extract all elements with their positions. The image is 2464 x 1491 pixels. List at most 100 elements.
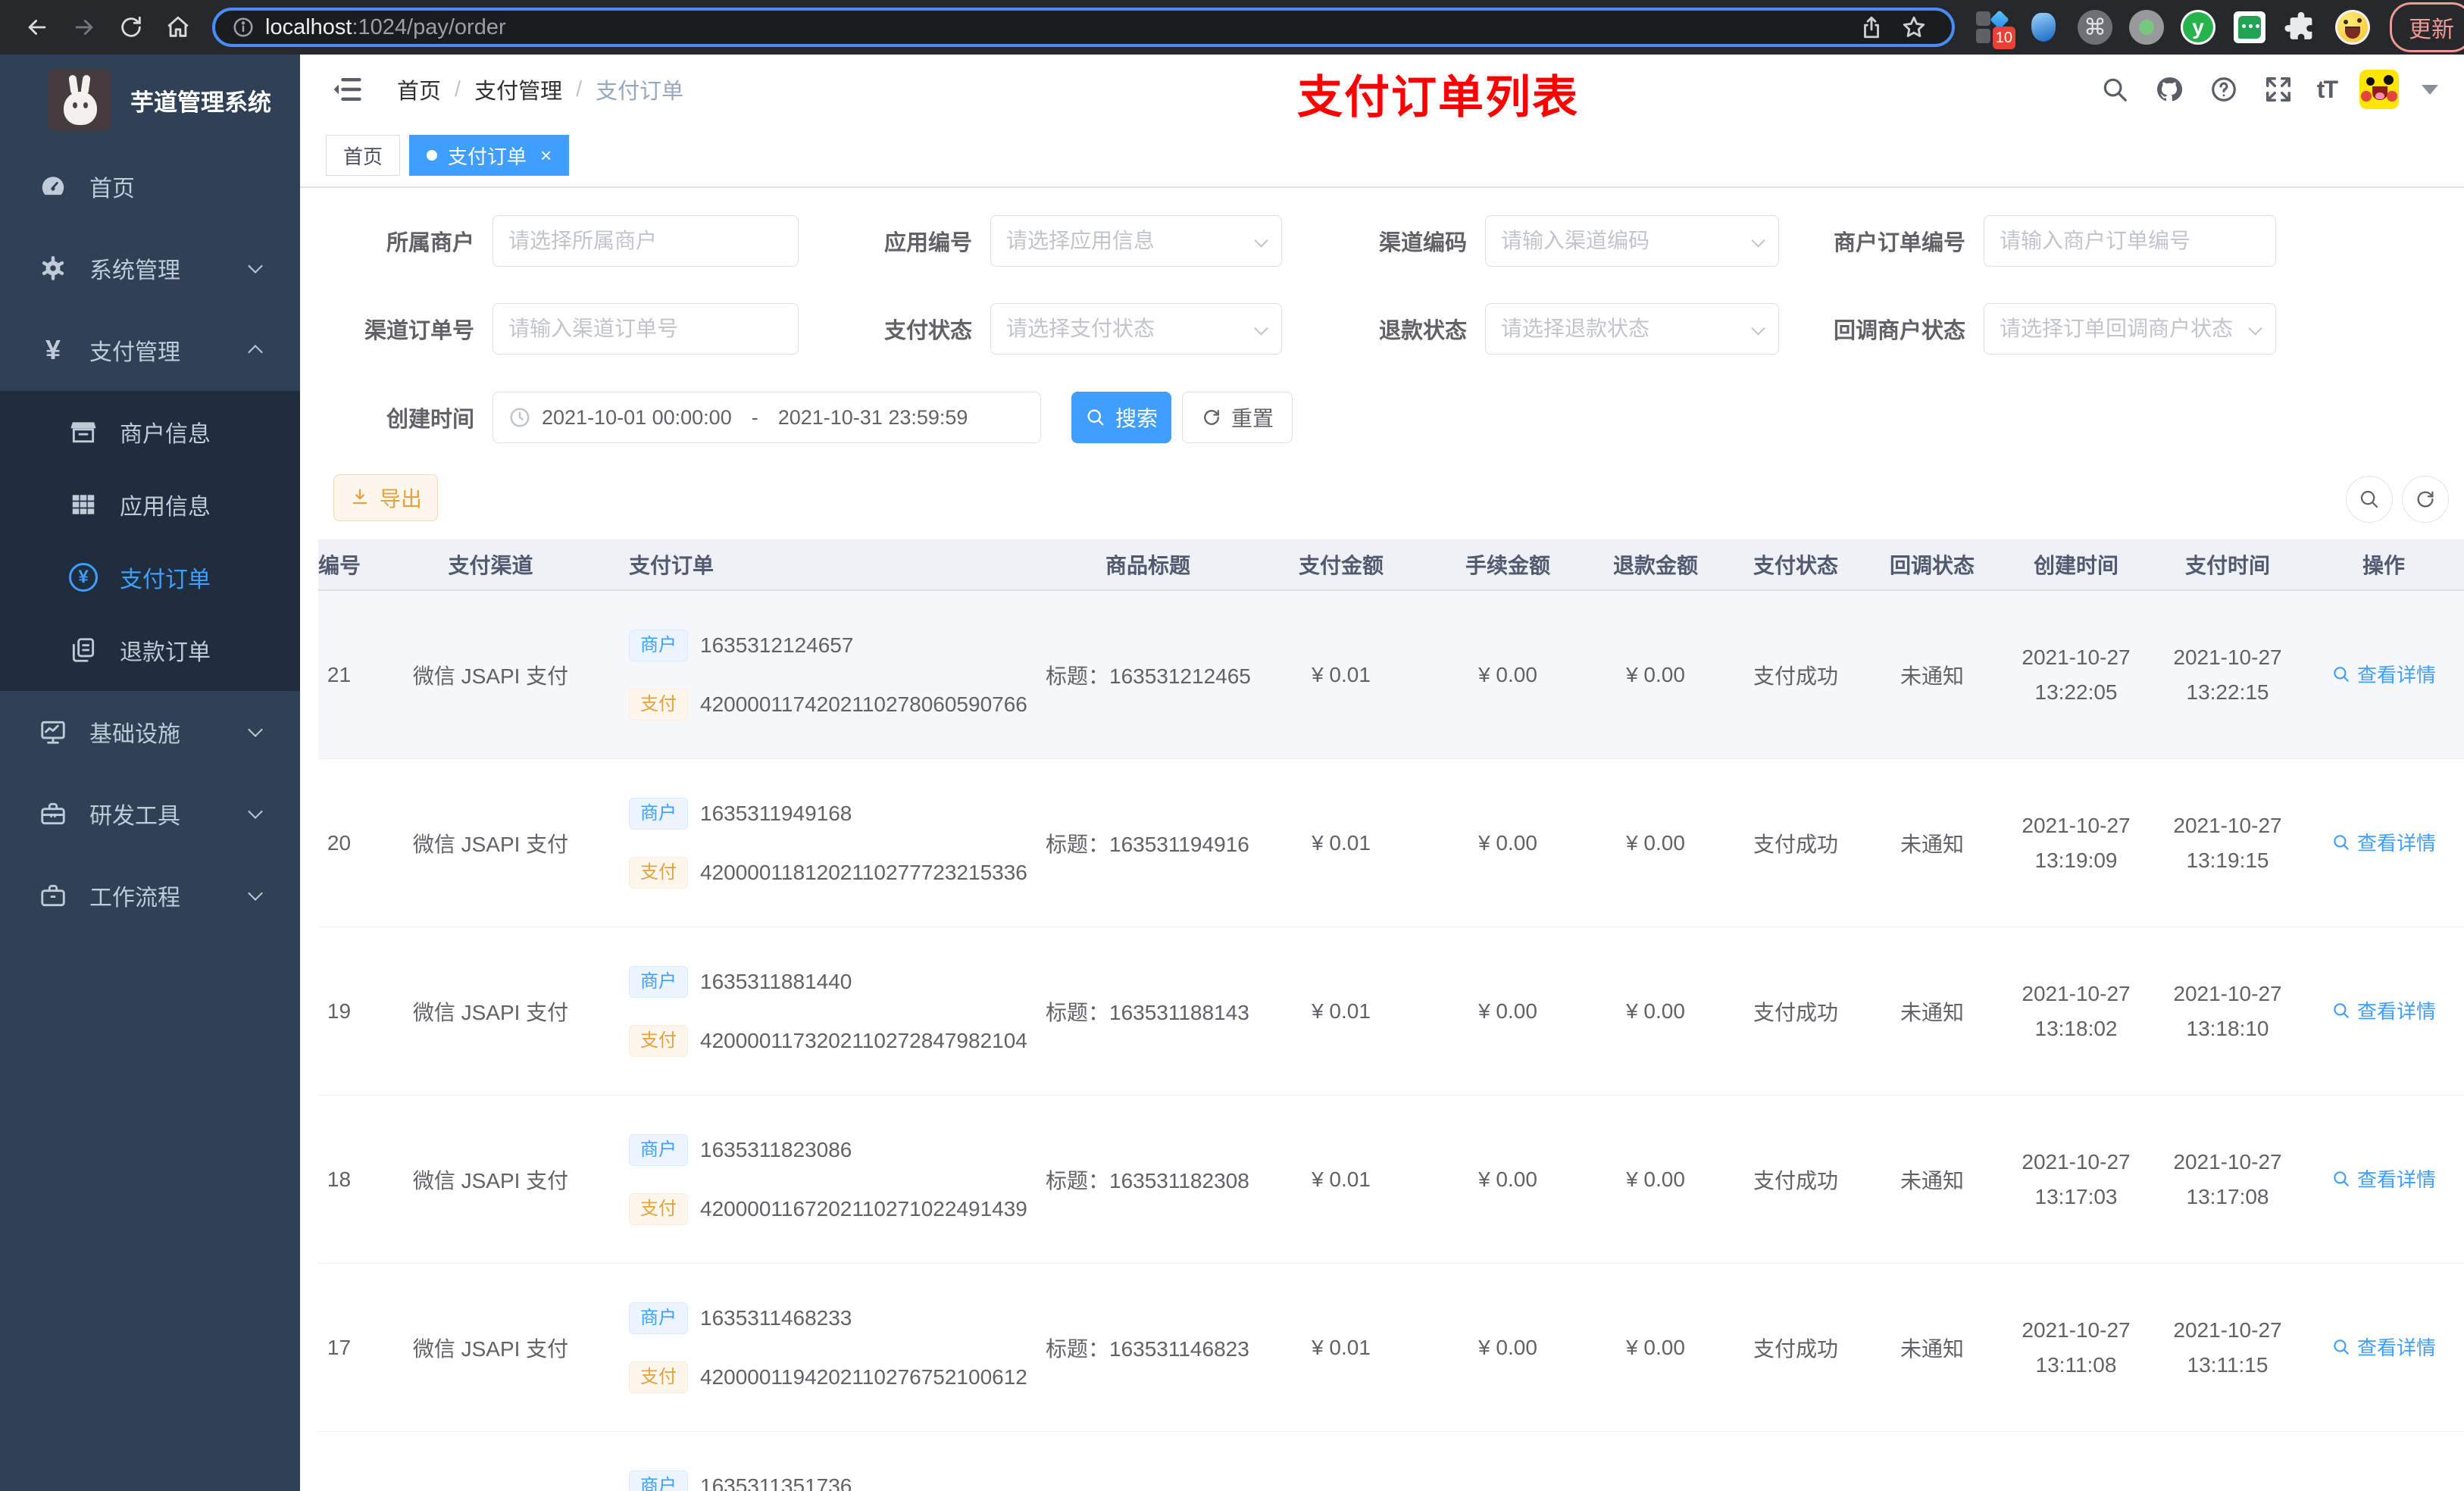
sidebar-collapse-icon[interactable] [330,73,364,106]
cell-refund: ¥ 0.00 [1626,1167,1685,1191]
sidebar-item-pay-order[interactable]: ¥ 支付订单 [0,541,300,614]
filter-refund-status: 退款状态 [1311,303,1779,355]
refund-status-input[interactable] [1501,317,1763,341]
y-extension-icon[interactable]: y [2181,10,2215,45]
cell-title: 标题：1635311881439 [1046,1000,1250,1024]
view-detail-link[interactable]: 查看详情 [2331,996,2436,1024]
sidebar-item-dev-tools[interactable]: 研发工具 [0,773,300,855]
sidebar-item-label: 系统管理 [89,258,180,283]
merchant-order-no-input[interactable] [2000,229,2260,253]
refresh-button[interactable] [2402,476,2449,523]
url-bar[interactable]: localhost:1024/pay/order [212,8,1955,47]
sidebar-item-infrastructure[interactable]: 基础设施 [0,691,300,773]
app-select[interactable] [990,215,1282,267]
app-input[interactable] [1006,229,1266,253]
command-extension-icon[interactable]: ⌘ [2078,10,2112,45]
extensions-puzzle-icon[interactable] [2284,10,2319,45]
cell-status: 支付成功 [1753,832,1838,856]
help-icon[interactable] [2208,73,2240,105]
tab-bar: 首页 支付订单 × [300,124,2464,188]
gear-icon [36,252,70,285]
chat-extension-icon[interactable] [2232,10,2267,45]
cell-paid: 2021-10-27 13:11:15 [2173,1318,2282,1377]
merchant-input[interactable] [508,229,783,253]
merchant-tag: 商户 [629,1302,688,1334]
cell-amount: ¥ 0.01 [1312,1335,1371,1359]
merchant-select[interactable] [492,215,799,267]
recorder-extension-icon[interactable] [2129,10,2164,45]
view-detail-link[interactable]: 查看详情 [2331,1164,2436,1192]
refund-status-select[interactable] [1485,303,1779,355]
yen-icon: ¥ [45,334,61,365]
sidebar-item-merchant-info[interactable]: 商户信息 [0,395,300,468]
merchant-order-no-field[interactable] [1984,215,2276,267]
search-button[interactable]: 搜索 [1071,392,1171,443]
emoji-extension-icon[interactable] [2335,10,2370,45]
export-button[interactable]: 导出 [333,474,438,521]
tab-pay-order[interactable]: 支付订单 × [409,135,570,176]
filter-label: 创建时间 [386,408,474,432]
github-icon[interactable] [2153,73,2185,105]
pay-status-select[interactable] [990,303,1282,355]
pay-status-input[interactable] [1006,317,1266,341]
monitor-chart-icon [36,715,70,749]
col-header-action: 操作 [2362,554,2405,577]
reset-button-label: 重置 [1230,407,1274,430]
url-text[interactable]: localhost:1024/pay/order [265,15,506,40]
cell-channel: 微信 JSAPI 支付 [412,664,569,688]
cell-notify: 未通知 [1900,1168,1964,1192]
filter-label: 渠道订单号 [364,319,474,343]
tab-close-icon[interactable]: × [540,144,552,167]
sidebar-item-workflow[interactable]: 工作流程 [0,855,300,936]
app-logo [48,69,111,131]
app-header: 首页 / 支付管理 / 支付订单 支付订单列表 tT [300,55,2464,124]
channel-code-select[interactable] [1485,215,1779,267]
sketch-extension-icon[interactable]: 10 [1975,10,2015,49]
breadcrumb-pay-manage[interactable]: 支付管理 [474,73,562,105]
sidebar-item-refund-order[interactable]: 退款订单 [0,614,300,686]
view-detail-link[interactable]: 查看详情 [2331,660,2436,688]
channel-order-no-input[interactable] [508,317,783,341]
reset-button[interactable]: 重置 [1182,392,1293,443]
notify-status-select[interactable] [1984,303,2276,355]
cell-fee: ¥ 0.00 [1478,830,1537,855]
gem-extension-icon[interactable] [2026,10,2061,45]
search-toggle-button[interactable] [2346,476,2393,523]
tab-home[interactable]: 首页 [326,135,401,176]
bookmark-star-icon[interactable] [1897,11,1931,44]
channel-code-input[interactable] [1501,229,1763,253]
view-detail-link[interactable]: 查看详情 [2331,1333,2436,1361]
notify-status-input[interactable] [2000,317,2260,341]
cell-fee: ¥ 0.00 [1478,662,1537,686]
fullscreen-icon[interactable] [2262,73,2294,105]
view-detail-link[interactable]: 查看详情 [2331,828,2436,856]
user-avatar[interactable] [2359,70,2399,109]
cell-title: 标题：1635311823086 [1046,1168,1250,1192]
avatar-caret-icon[interactable] [2422,84,2438,95]
sidebar-item-home[interactable]: 首页 [0,145,300,227]
share-icon[interactable] [1855,11,1888,44]
back-icon[interactable] [20,11,54,44]
command-glyph: ⌘ [2078,10,2112,45]
channel-order-no-field[interactable] [492,303,799,355]
sidebar-item-system[interactable]: 系统管理 [0,227,300,309]
browser-update-button[interactable]: 更新 [2390,2,2464,52]
reload-icon[interactable] [114,11,148,44]
sidebar-item-label: 支付管理 [89,340,180,365]
sidebar-item-payment[interactable]: ¥ 支付管理 [0,309,300,391]
cell-refund: ¥ 0.00 [1626,830,1685,855]
cell-id: 19 [327,999,352,1023]
cell-paid: 2021-10-27 13:17:08 [2173,1149,2282,1208]
home-icon[interactable] [161,11,195,44]
breadcrumb-home[interactable]: 首页 [397,73,441,105]
page-info-icon[interactable] [232,16,255,39]
sidebar-item-app-info[interactable]: 应用信息 [0,468,300,541]
font-size-icon[interactable]: tT [2317,76,2338,104]
cell-created: 2021-10-27 13:11:08 [2022,1318,2131,1377]
date-range-picker[interactable]: 2021-10-01 00:00:00 - 2021-10-31 23:59:5… [492,392,1041,443]
cell-refund: ¥ 0.00 [1626,999,1685,1023]
forward-icon[interactable] [67,11,101,44]
search-button-label: 搜索 [1115,407,1158,430]
header-search-icon[interactable] [2099,73,2131,105]
cell-title: 标题：1635312124656 [1046,664,1250,688]
